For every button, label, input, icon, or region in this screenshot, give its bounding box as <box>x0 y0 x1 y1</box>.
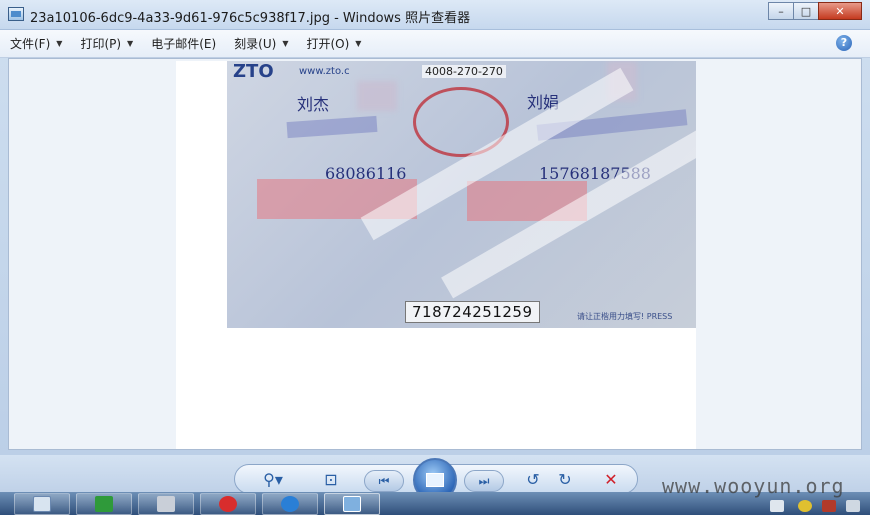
taskbar-item[interactable] <box>200 493 256 515</box>
help-icon[interactable]: ? <box>836 35 852 51</box>
photo-footer-text: 请让正楷用力填写! PRESS <box>577 312 673 321</box>
maximize-button[interactable]: □ <box>793 2 819 20</box>
menu-burn-label: 刻录(U) <box>234 37 277 51</box>
title-bar[interactable]: 23a10106-6dc9-4a33-9d61-976c5c938f17.jpg… <box>0 0 870 30</box>
chevron-down-icon: ▼ <box>282 39 289 48</box>
photo-ink-smear <box>286 115 378 139</box>
photo-tracking-number: 718724251259 <box>405 301 540 323</box>
window-title: 23a10106-6dc9-4a33-9d61-976c5c938f17.jpg… <box>30 11 471 26</box>
rotate-ccw-button[interactable]: ↺ <box>520 466 546 492</box>
app-icon <box>95 496 113 512</box>
window-controls: – □ ✕ <box>768 2 862 20</box>
menu-file-label: 文件(F) <box>10 37 51 51</box>
taskbar-item[interactable] <box>138 493 194 515</box>
previous-button[interactable]: ⏮ <box>364 470 404 492</box>
photo-blur-region <box>357 81 397 111</box>
photo-logo-text: ZTO <box>233 61 274 82</box>
chevron-down-icon: ▼ <box>355 39 362 48</box>
rotate-cw-button[interactable]: ↻ <box>552 466 578 492</box>
photo-sender-name: 刘杰 <box>297 95 330 114</box>
menu-print-label: 打印(P) <box>80 37 122 51</box>
waybill-photo: ZTO www.zto.c 4008-270-270 刘杰 刘娟 6808611… <box>227 61 696 328</box>
menu-print[interactable]: 打印(P) ▼ <box>80 35 133 52</box>
photo-viewer-window: 23a10106-6dc9-4a33-9d61-976c5c938f17.jpg… <box>0 0 870 515</box>
menu-bar: 文件(F) ▼ 打印(P) ▼ 电子邮件(E) 刻录(U) ▼ 打开(O) ▼ <box>0 30 870 58</box>
tray-icon[interactable] <box>798 500 812 512</box>
actual-size-button[interactable]: ⊡ <box>318 466 344 492</box>
tray-icon[interactable] <box>822 500 836 512</box>
tray-icon[interactable] <box>846 500 860 512</box>
menu-email-label: 电子邮件(E) <box>151 37 217 51</box>
photo-viewer-app-icon <box>8 7 24 21</box>
image-viewport[interactable]: ZTO www.zto.c 4008-270-270 刘杰 刘娟 6808611… <box>8 58 862 450</box>
close-button[interactable]: ✕ <box>818 2 862 20</box>
slideshow-icon <box>426 473 444 487</box>
menu-open[interactable]: 打开(O) ▼ <box>306 35 361 52</box>
zoom-button[interactable]: ⚲▾ <box>260 466 286 492</box>
delete-button[interactable]: ✕ <box>598 466 624 492</box>
taskbar-item[interactable] <box>76 493 132 515</box>
taskbar-item-photo-viewer[interactable] <box>324 493 380 515</box>
document-icon <box>33 496 51 512</box>
chevron-down-icon: ▼ <box>127 39 134 48</box>
photo-url-text: www.zto.c <box>299 66 350 77</box>
taskbar-item[interactable] <box>262 493 318 515</box>
chevron-down-icon: ▼ <box>56 39 63 48</box>
menu-burn[interactable]: 刻录(U) ▼ <box>234 35 288 52</box>
watermark-text: www.wooyun.org <box>662 474 845 498</box>
browser-icon <box>281 496 299 512</box>
next-button[interactable]: ⏭ <box>464 470 504 492</box>
menu-email[interactable]: 电子邮件(E) <box>151 35 216 52</box>
photo-icon <box>343 496 361 512</box>
minimize-button[interactable]: – <box>768 2 794 20</box>
keyboard-icon[interactable] <box>770 500 784 512</box>
taskbar-item[interactable] <box>14 493 70 515</box>
menu-file[interactable]: 文件(F) ▼ <box>10 35 62 52</box>
app-icon <box>219 496 237 512</box>
computer-icon <box>157 496 175 512</box>
photo-hotline-text: 4008-270-270 <box>422 65 506 78</box>
menu-open-label: 打开(O) <box>306 37 350 51</box>
